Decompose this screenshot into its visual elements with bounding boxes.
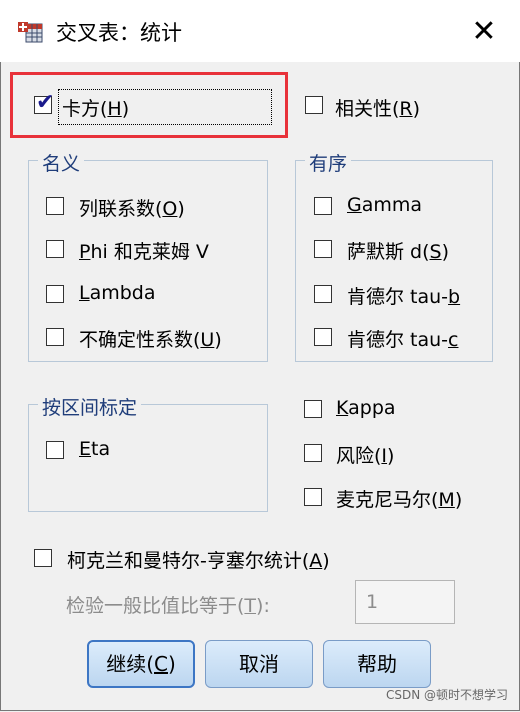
eta-checkbox[interactable] xyxy=(46,441,64,459)
cancel-button[interactable]: 取消 xyxy=(205,640,313,688)
phi-cramer-label[interactable]: Phi 和克莱姆 V xyxy=(79,237,209,264)
cmh-statistics-checkbox[interactable] xyxy=(34,549,52,567)
kendall-tau-b-label[interactable]: 肯德尔 tau-b xyxy=(347,282,460,309)
kappa-checkbox[interactable] xyxy=(304,400,322,418)
phi-cramer-checkbox[interactable] xyxy=(46,240,64,258)
cmh-statistics-label[interactable]: 柯克兰和曼特尔-亨塞尔统计(A) xyxy=(67,546,330,573)
chisquare-label[interactable]: 卡方(H) xyxy=(62,94,129,121)
ordinal-group-title: 有序 xyxy=(305,149,352,176)
mcnemar-label[interactable]: 麦克尼马尔(M) xyxy=(336,485,462,512)
checkmark-icon: ✔ xyxy=(36,90,55,115)
kappa-label[interactable]: Kappa xyxy=(336,397,396,419)
gamma-checkbox[interactable] xyxy=(314,197,332,215)
watermark: CSDN @顿时不想学习 xyxy=(385,688,508,702)
common-odds-ratio-input[interactable]: 1 xyxy=(355,580,455,624)
window-title: 交叉表：统计 xyxy=(56,21,182,45)
common-odds-ratio-value: 1 xyxy=(366,591,379,613)
interval-group xyxy=(28,404,268,512)
kendall-tau-b-checkbox[interactable] xyxy=(314,285,332,303)
common-odds-ratio-label: 检验一般比值比等于(T): xyxy=(66,595,270,617)
uncertainty-coefficient-label[interactable]: 不确定性系数(U) xyxy=(79,325,222,352)
interval-group-title: 按区间标定 xyxy=(38,393,142,420)
contingency-coefficient-checkbox[interactable] xyxy=(46,197,64,215)
title-bar: 交叉表：统计 ✕ xyxy=(0,0,520,62)
close-x-icon[interactable]: ✕ xyxy=(466,14,502,50)
correlations-label[interactable]: 相关性(R) xyxy=(335,94,420,121)
uncertainty-coefficient-checkbox[interactable] xyxy=(46,328,64,346)
crosstab-table-icon xyxy=(17,18,43,44)
risk-checkbox[interactable] xyxy=(304,444,322,462)
kendall-tau-c-checkbox[interactable] xyxy=(314,328,332,346)
nominal-group-title: 名义 xyxy=(38,149,85,176)
eta-label[interactable]: Eta xyxy=(79,438,110,460)
somers-d-checkbox[interactable] xyxy=(314,240,332,258)
kendall-tau-c-label[interactable]: 肯德尔 tau-c xyxy=(347,325,458,352)
gamma-label[interactable]: Gamma xyxy=(347,194,422,216)
mcnemar-checkbox[interactable] xyxy=(304,488,322,506)
lambda-checkbox[interactable] xyxy=(46,285,64,303)
contingency-coefficient-label[interactable]: 列联系数(O) xyxy=(79,194,185,221)
risk-label[interactable]: 风险(I) xyxy=(336,441,394,468)
continue-button[interactable]: 继续(C) xyxy=(87,640,195,688)
lambda-label[interactable]: Lambda xyxy=(79,282,156,304)
help-button[interactable]: 帮助 xyxy=(323,640,431,688)
somers-d-label[interactable]: 萨默斯 d(S) xyxy=(347,237,449,264)
chisquare-checkbox[interactable]: ✔ xyxy=(34,91,54,115)
correlations-checkbox[interactable] xyxy=(305,96,323,114)
